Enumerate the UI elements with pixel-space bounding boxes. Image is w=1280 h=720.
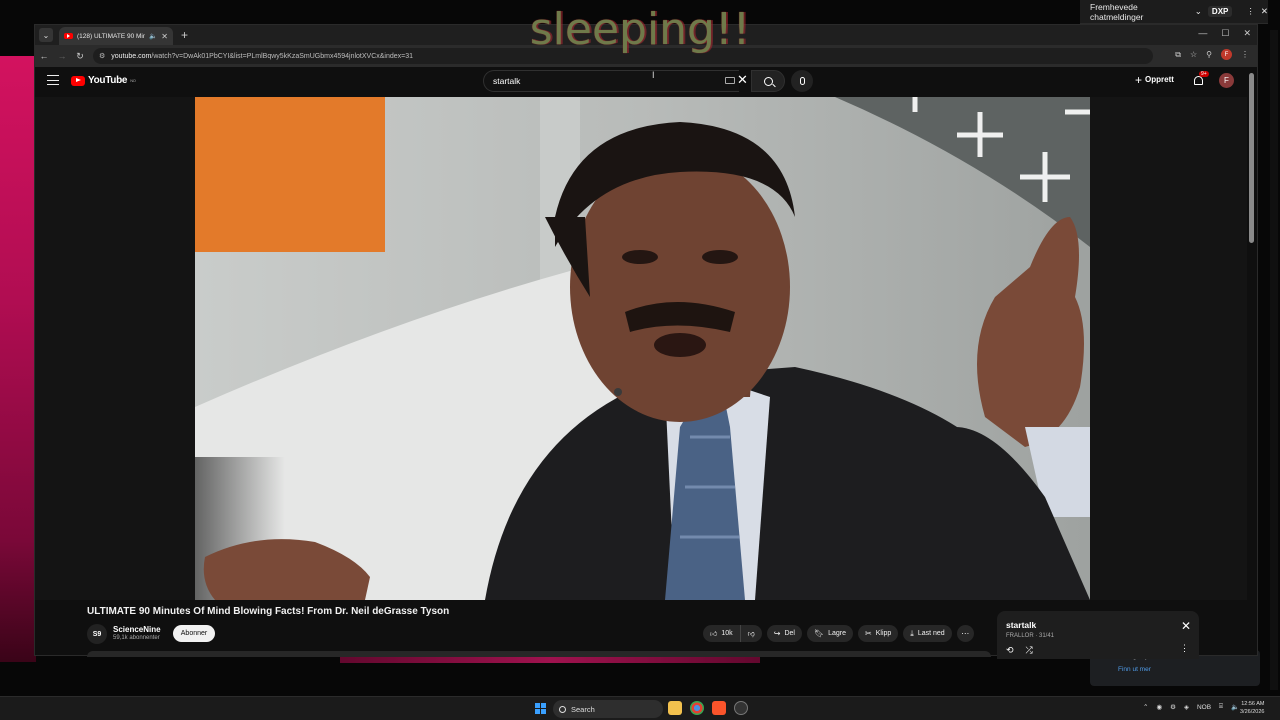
more-actions-button[interactable]: ⋯	[956, 625, 974, 642]
clock-time: 12:56 AM	[1241, 701, 1265, 707]
video-title: ULTIMATE 90 Minutes Of Mind Blowing Fact…	[87, 606, 450, 617]
share-icon: ↪	[773, 629, 781, 638]
taskbar: Search ⌃ ◉ ⚙ ◈ NOB ⌸ 🔈 12:56 AM 3/26/202…	[0, 696, 1280, 720]
playlist-title[interactable]: startalk	[1006, 620, 1190, 630]
save-label: Lagre	[828, 630, 847, 637]
tray-settings-icon[interactable]: ⚙	[1170, 703, 1176, 711]
browser-window: ⌄ (128) ULTIMATE 90 Minutes Of Mind Blow…	[34, 24, 1258, 659]
dislike-button[interactable]: 👎︎	[741, 625, 762, 642]
desktop-wallpaper-strip	[0, 56, 36, 662]
tray-app-icon[interactable]: ◉	[1156, 703, 1162, 711]
loop-icon[interactable]: ⟲	[1006, 645, 1014, 656]
playlist-controls: ⟲ ⤮	[1006, 645, 1033, 656]
like-dislike-group: 👍︎ 10k 👎︎	[703, 625, 762, 642]
bookmark-icon: 🔖︎	[813, 629, 825, 638]
chrome-icon[interactable]	[690, 701, 704, 715]
account-avatar[interactable]: F	[1219, 73, 1234, 88]
scissors-icon: ✂	[865, 629, 872, 638]
taskbar-search[interactable]: Search	[553, 700, 663, 718]
notification-count-badge: 9+	[1199, 71, 1209, 77]
share-label: Del	[784, 630, 795, 637]
text-cursor-icon: I	[652, 70, 655, 80]
channel-avatar[interactable]: S9	[87, 624, 107, 644]
download-icon: ⤓	[910, 628, 914, 638]
playlist-panel: startalk FRALLOR · 31/41 ⟲ ⤮ ✕ ⋮	[997, 611, 1199, 659]
network-icon[interactable]: ⌸	[1219, 703, 1223, 711]
create-button[interactable]: + Opprett	[1135, 72, 1174, 87]
youtube-play-logo-icon	[71, 75, 85, 86]
like-count: 10k	[721, 630, 733, 637]
plus-icon: +	[1135, 72, 1143, 87]
voice-search-button[interactable]	[791, 70, 813, 92]
clock[interactable]: 12:56 AM 3/26/2026	[1240, 700, 1264, 716]
clip-button[interactable]: ✂ Klipp	[858, 625, 899, 642]
save-button[interactable]: 🔖︎ Lagre	[806, 625, 854, 642]
brave-icon[interactable]	[712, 701, 726, 715]
like-button[interactable]: 👍︎ 10k	[703, 625, 741, 642]
shuffle-icon[interactable]: ⤮	[1026, 645, 1033, 656]
download-label: Last ned	[917, 630, 945, 637]
video-frame[interactable]	[195, 97, 1090, 600]
taskbar-search-label: Search	[571, 704, 595, 714]
microphone-icon	[799, 77, 805, 85]
download-button[interactable]: ⤓ Last ned	[903, 625, 952, 642]
playlist-more-icon[interactable]: ⋮	[1180, 643, 1189, 654]
youtube-logo[interactable]: YouTube NO	[71, 75, 136, 86]
search-icon	[559, 705, 566, 713]
search-icon	[763, 76, 773, 86]
taskbar-apps	[668, 701, 748, 715]
playlist-close-icon[interactable]: ✕	[1181, 619, 1191, 633]
stream-overlay-text: sleeping!!	[529, 4, 751, 55]
youtube-header: YouTube NO startalk ✕ + Opprett 9+ F	[35, 67, 1257, 97]
clock-date: 3/26/2026	[1240, 709, 1265, 715]
video-player[interactable]	[35, 97, 1247, 600]
tray-security-icon[interactable]: ◈	[1184, 703, 1189, 711]
video-actions: 👍︎ 10k 👎︎ ↪ Del 🔖︎ Lagre ✂ Klipp ⤓ Last ned ⋯	[703, 625, 974, 642]
bell-icon	[1194, 76, 1203, 85]
system-tray: ⌃ ◉ ⚙ ◈ NOB ⌸ 🔈	[1143, 703, 1239, 711]
tray-chevron-up-icon[interactable]: ⌃	[1143, 703, 1148, 711]
language-indicator[interactable]: NOB	[1197, 704, 1211, 711]
file-explorer-icon[interactable]	[668, 701, 682, 715]
keyboard-icon[interactable]	[725, 77, 735, 84]
page-scrollbar[interactable]	[1249, 73, 1255, 653]
description-box[interactable]	[87, 651, 991, 657]
app-icon[interactable]	[734, 701, 748, 715]
video-picture	[195, 97, 1090, 600]
volume-icon[interactable]: 🔈	[1231, 703, 1239, 711]
subscriber-count: 59,1k abonnenter	[113, 635, 160, 641]
thumbs-down-icon: 👎︎	[747, 631, 755, 638]
thumbs-up-icon: 👍︎	[710, 631, 718, 638]
share-button[interactable]: ↪ Del	[766, 625, 802, 642]
playlist-owner-progress: FRALLOR · 31/41	[1006, 633, 1055, 639]
clear-search-icon[interactable]: ✕	[737, 72, 748, 88]
menu-hamburger-icon[interactable]	[47, 75, 59, 85]
learn-more-link[interactable]: Finn ut mer	[1118, 666, 1232, 673]
windows-start-icon[interactable]	[535, 703, 546, 714]
search-input[interactable]: startalk	[483, 70, 739, 92]
page-scrollbar-thumb[interactable]	[1249, 73, 1254, 243]
channel-name[interactable]: ScienceNine	[113, 625, 161, 634]
youtube-wordmark: YouTube	[88, 75, 128, 86]
chat-scrollbar[interactable]	[1270, 30, 1278, 690]
subscribe-button[interactable]: Abonner	[173, 625, 215, 642]
clip-label: Klipp	[875, 630, 892, 637]
create-label: Opprett	[1145, 75, 1174, 84]
search-button[interactable]	[751, 70, 785, 92]
region-code: NO	[130, 78, 136, 83]
more-horizontal-icon: ⋯	[961, 629, 970, 638]
